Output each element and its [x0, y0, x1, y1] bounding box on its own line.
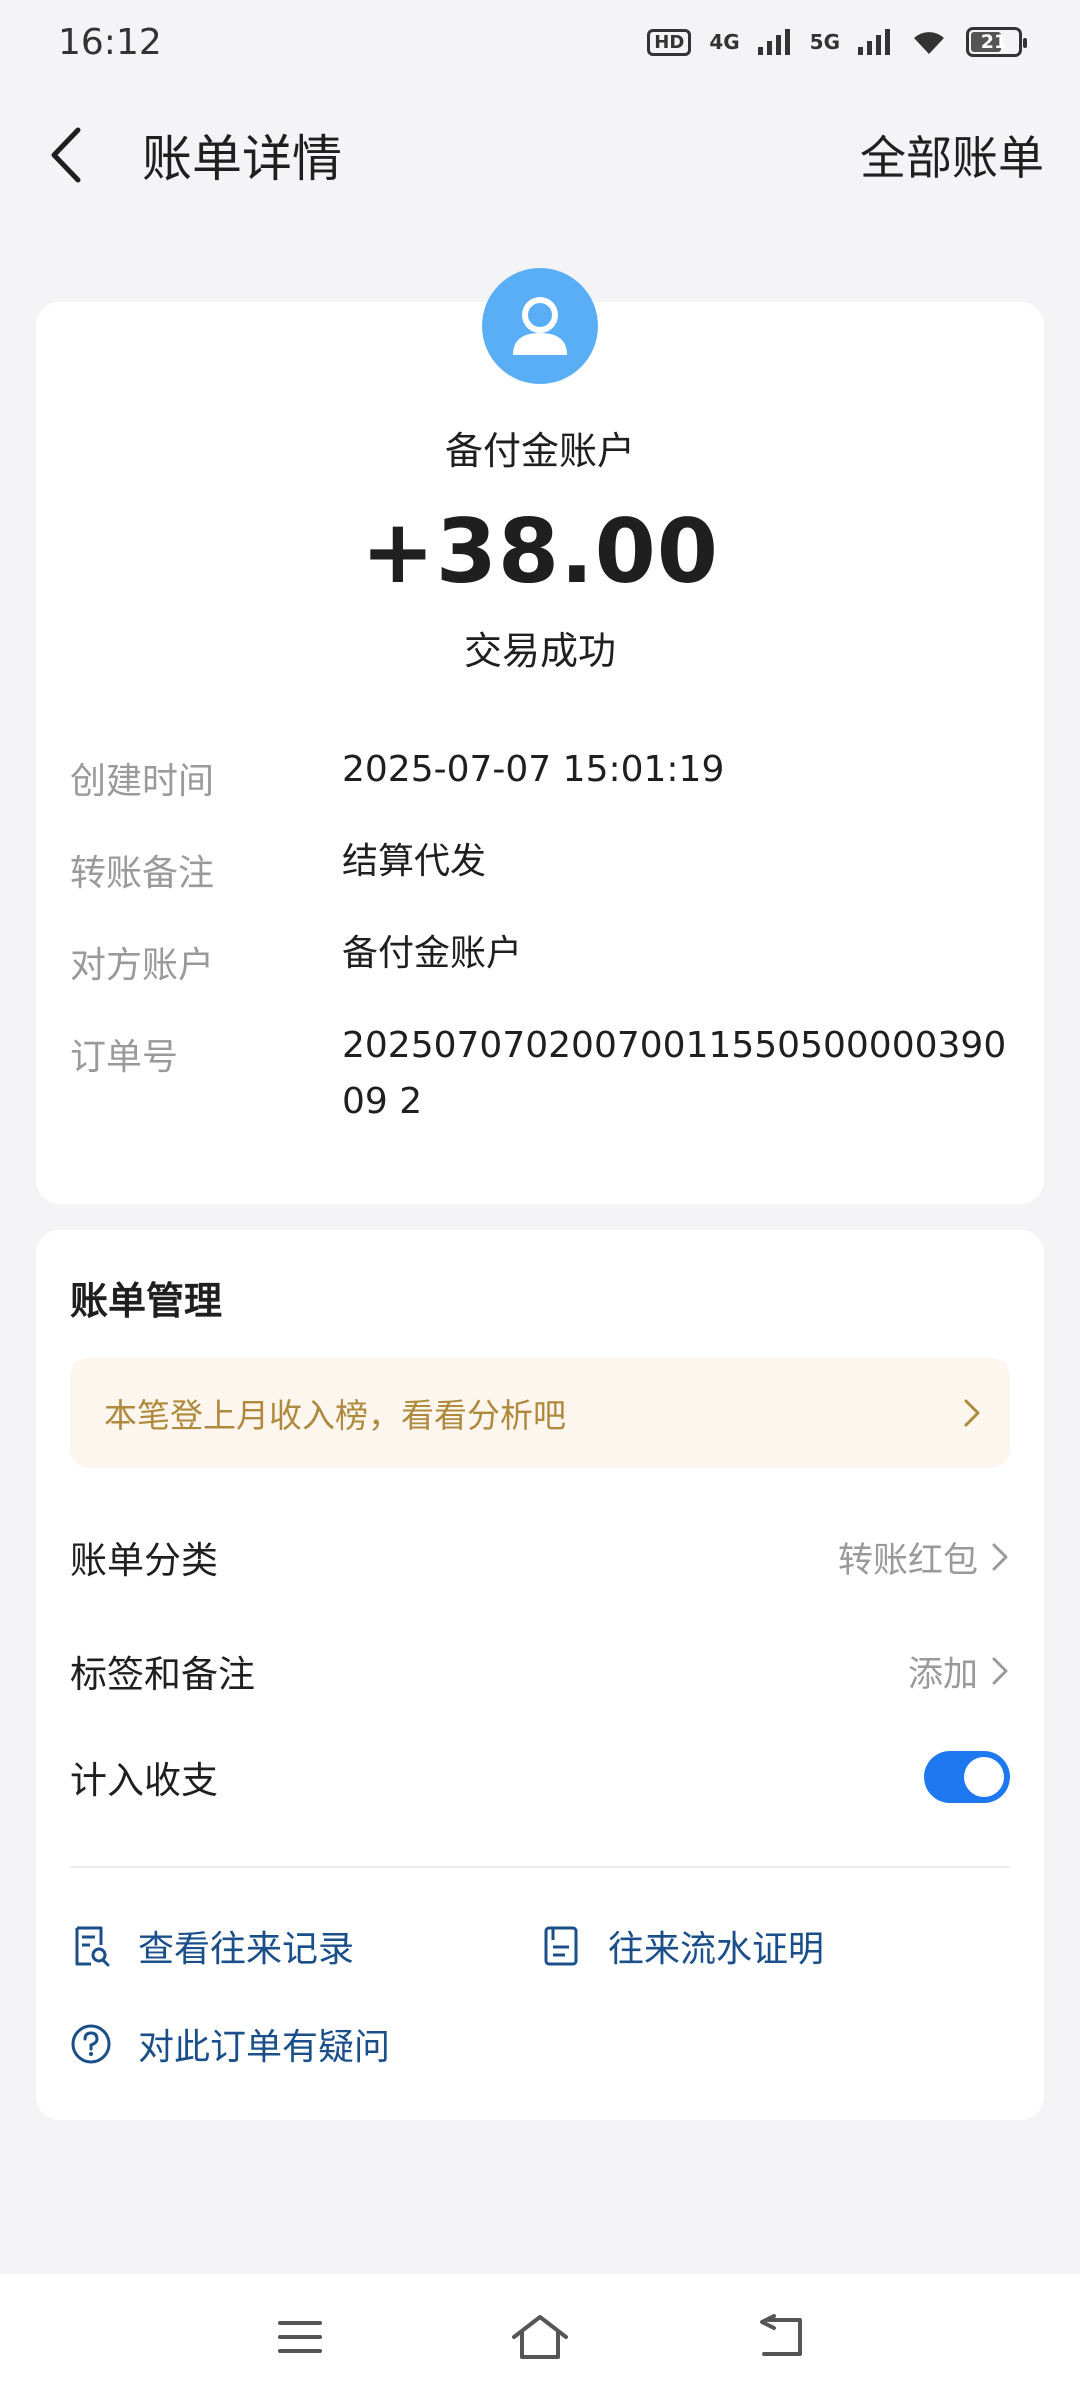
- detail-label: 转账备注: [70, 853, 215, 894]
- signal-bars-icon-2: [858, 29, 890, 55]
- detail-label: 订单号: [70, 1037, 179, 1078]
- back-system-button[interactable]: [740, 2297, 820, 2377]
- bill-category-label: 账单分类: [70, 1539, 218, 1582]
- bill-category-row[interactable]: 账单分类 转账红包: [70, 1530, 1010, 1584]
- back-button[interactable]: [36, 125, 96, 185]
- order-number-value: 2025070702007001155050000039009 2: [342, 1025, 1007, 1122]
- divider: [70, 1866, 1010, 1868]
- status-time: 16:12: [58, 21, 162, 63]
- signal-bars-icon: [757, 29, 790, 55]
- chevron-right-icon: [992, 1543, 1008, 1571]
- tags-notes-label: 标签和备注: [70, 1653, 255, 1696]
- records-icon: [70, 1925, 112, 1967]
- statement-proof-link[interactable]: 往来流水证明: [540, 1920, 824, 1972]
- battery-icon: 21: [966, 27, 1027, 57]
- statement-proof-text: 往来流水证明: [608, 1929, 825, 1970]
- home-button[interactable]: [500, 2297, 580, 2377]
- count-income-toggle[interactable]: [924, 1751, 1010, 1803]
- detail-row-counterparty-account: 对方账户 备付金账户: [70, 933, 1010, 988]
- bill-category-value: 转账红包: [837, 1540, 978, 1581]
- question-icon: [70, 2023, 112, 2065]
- detail-row-created-time: 创建时间 2025-07-07 15:01:19: [70, 749, 1010, 804]
- home-icon: [512, 2315, 568, 2359]
- system-nav-bar: [0, 2274, 1080, 2400]
- detail-value: 备付金账户: [342, 933, 523, 974]
- toggle-knob: [964, 1757, 1004, 1797]
- signal-4g-icon: 4G: [709, 30, 740, 54]
- nav-header: 账单详情 全部账单: [0, 110, 1080, 200]
- hd-icon: HD: [647, 28, 692, 56]
- battery-level: 21: [980, 31, 1008, 53]
- chevron-right-icon: [964, 1399, 980, 1427]
- tags-notes-value: 添加: [907, 1654, 978, 1695]
- detail-label: 对方账户: [70, 945, 215, 986]
- status-icons: HD 4G 5G 21: [647, 27, 1027, 57]
- view-records-link[interactable]: 查看往来记录: [70, 1920, 354, 1972]
- detail-value: 2025-07-07 15:01:19: [342, 749, 725, 790]
- back-arrow-icon: [760, 2314, 802, 2356]
- section-title: 账单管理: [70, 1279, 223, 1323]
- count-income-row: 计入收支: [70, 1750, 1010, 1804]
- chevron-right-icon: [992, 1657, 1008, 1685]
- detail-label: 创建时间: [70, 761, 215, 802]
- signal-5g-icon: 5G: [809, 30, 840, 54]
- banner-text: 本笔登上月收入榜，看看分析吧: [104, 1396, 566, 1435]
- bill-category-right: 转账红包: [838, 1532, 1010, 1583]
- chevron-left-icon: [51, 127, 81, 183]
- detail-value: 结算代发: [342, 841, 487, 882]
- tags-notes-right: 添加: [908, 1646, 1010, 1697]
- page-title: 账单详情: [142, 130, 342, 188]
- nav-left: 账单详情: [36, 119, 342, 191]
- order-question-link[interactable]: 对此订单有疑问: [70, 2018, 390, 2070]
- transaction-status: 交易成功: [463, 629, 616, 673]
- avatar: [482, 268, 598, 384]
- view-records-text: 查看往来记录: [138, 1929, 355, 1970]
- counterparty-name: 备付金账户: [444, 429, 635, 473]
- detail-row-order-number: 订单号 2025070702007001155050000039009 2: [70, 1025, 1010, 1130]
- tags-notes-row[interactable]: 标签和备注 添加: [70, 1644, 1010, 1698]
- transaction-card: 备付金账户 +38.00 交易成功 创建时间 2025-07-07 15:01:…: [36, 302, 1044, 1204]
- status-bar: 16:12 HD 4G 5G 21: [0, 0, 1080, 84]
- user-icon: [513, 297, 567, 355]
- menu-button[interactable]: [260, 2297, 340, 2377]
- wifi-icon: [914, 32, 944, 54]
- bill-management-card: 账单管理 本笔登上月收入榜，看看分析吧 账单分类 转账红包 标签和备注 添加 计…: [36, 1230, 1044, 2120]
- menu-icon: [278, 2321, 322, 2353]
- order-question-text: 对此订单有疑问: [138, 2027, 391, 2068]
- count-income-label: 计入收支: [70, 1759, 218, 1802]
- all-bills-link[interactable]: 全部账单: [860, 122, 1044, 188]
- detail-row-transfer-note: 转账备注 结算代发: [70, 841, 1010, 896]
- document-icon: [540, 1925, 582, 1967]
- transaction-amount: +38.00: [360, 500, 720, 603]
- income-ranking-banner[interactable]: 本笔登上月收入榜，看看分析吧: [70, 1358, 1010, 1468]
